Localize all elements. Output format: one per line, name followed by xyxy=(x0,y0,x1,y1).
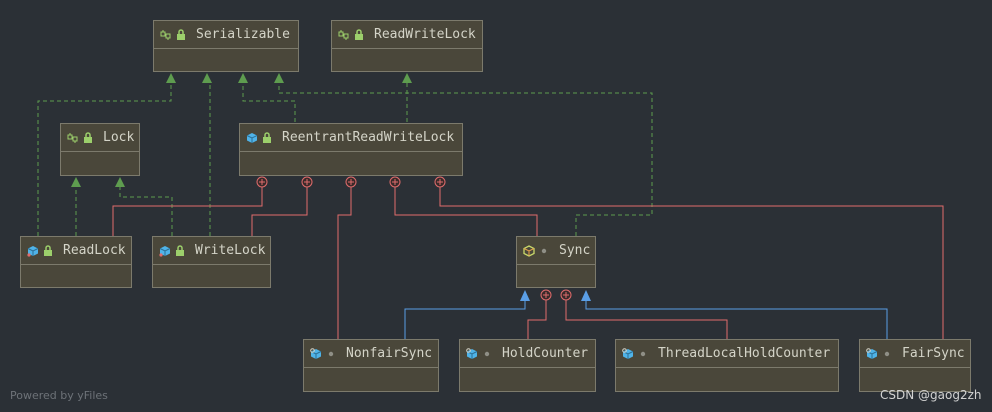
watermark-label: CSDN @gaog2zh xyxy=(880,388,982,402)
arrowhead xyxy=(115,177,125,187)
node-lock[interactable]: Lock xyxy=(60,123,140,176)
arrowhead xyxy=(166,73,176,83)
node-sync[interactable]: Sync xyxy=(516,236,596,288)
interface-icon xyxy=(338,29,349,40)
interface-icon xyxy=(67,132,78,143)
node-label: NonfairSync xyxy=(346,346,433,361)
lock-icon xyxy=(177,28,185,40)
node-threadlocalholdcounter[interactable]: ThreadLocalHoldCounter xyxy=(615,339,839,392)
arrowhead xyxy=(402,73,412,83)
powered-by-label: Powered by yFiles xyxy=(10,389,108,402)
package-dot-icon xyxy=(640,351,646,356)
inner-marker xyxy=(540,289,552,301)
edge-reentrant-serializable xyxy=(242,82,296,122)
static-inner-class-icon xyxy=(310,347,322,359)
node-label: Lock xyxy=(103,130,135,145)
package-dot-icon xyxy=(328,351,334,356)
node-label: FairSync xyxy=(902,346,965,361)
inner-marker xyxy=(389,176,401,188)
lock-icon xyxy=(355,28,363,40)
abstract-class-icon xyxy=(523,244,535,257)
static-inner-class-icon xyxy=(622,347,634,359)
node-label: HoldCounter xyxy=(502,346,589,361)
inner-marker xyxy=(301,176,313,188)
node-serializable[interactable]: Serializable xyxy=(153,20,299,72)
package-dot-icon xyxy=(484,351,490,356)
edge-reentrant-nonfair xyxy=(337,187,352,339)
node-label: ReentrantReadWriteLock xyxy=(282,130,455,145)
extends-arrowheads xyxy=(520,290,591,301)
node-nonfairsync[interactable]: NonfairSync xyxy=(303,339,439,392)
node-readwritelock[interactable]: ReadWriteLock xyxy=(331,20,483,72)
package-dot-icon xyxy=(884,351,890,356)
inner-class-icon xyxy=(159,245,171,257)
edge-sync-holdcounter xyxy=(527,300,547,339)
arrowhead xyxy=(71,177,81,187)
arrowhead xyxy=(238,73,248,83)
lock-icon xyxy=(84,131,92,143)
package-dot-icon xyxy=(541,248,547,253)
node-label: WriteLock xyxy=(195,243,266,258)
inner-marker xyxy=(345,176,357,188)
arrowhead xyxy=(520,290,530,301)
inner-marker xyxy=(560,289,572,301)
static-inner-class-icon xyxy=(866,347,878,359)
node-holdcounter[interactable]: HoldCounter xyxy=(459,339,596,392)
edge-reentrant-sync xyxy=(394,187,538,236)
arrowhead xyxy=(581,290,591,301)
node-label: ReadLock xyxy=(63,243,126,258)
inner-class-icon xyxy=(27,245,39,257)
interface-icon xyxy=(160,29,171,40)
arrowhead xyxy=(274,73,284,83)
static-inner-class-icon xyxy=(466,347,478,359)
edge-writelock-lock xyxy=(119,187,173,236)
node-readlock[interactable]: ReadLock xyxy=(20,236,132,288)
inner-marker xyxy=(434,176,446,188)
node-label: ThreadLocalHoldCounter xyxy=(658,346,831,361)
edge-reentrant-readlock xyxy=(112,187,263,236)
node-label: Sync xyxy=(559,243,591,258)
edge-fairsync-sync xyxy=(585,299,888,339)
lock-icon xyxy=(263,131,271,143)
extends-edges xyxy=(404,299,888,339)
lock-icon xyxy=(44,244,52,256)
lock-icon xyxy=(176,244,184,256)
class-icon xyxy=(246,132,258,143)
node-label: Serializable xyxy=(196,27,290,42)
node-fairsync[interactable]: FairSync xyxy=(859,339,971,392)
edge-sync-threadlocal xyxy=(565,300,728,339)
inner-marker xyxy=(256,176,268,188)
edge-nonfair-sync xyxy=(404,299,526,339)
arrowhead xyxy=(202,73,212,83)
node-writelock[interactable]: WriteLock xyxy=(152,236,271,288)
node-reentrantreadwritelock[interactable]: ReentrantReadWriteLock xyxy=(239,123,463,176)
node-label: ReadWriteLock xyxy=(374,27,476,42)
edge-reentrant-writelock xyxy=(251,187,308,236)
